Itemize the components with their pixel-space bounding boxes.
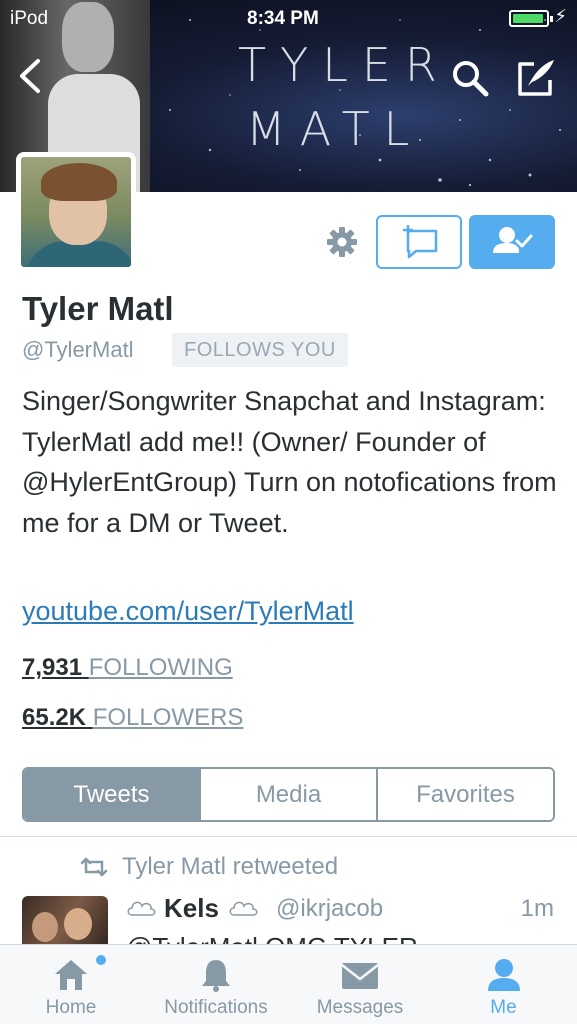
tab-notifications-label: Notifications bbox=[164, 997, 268, 1018]
tweet-timestamp: 1m bbox=[520, 895, 554, 922]
tab-home[interactable]: Home bbox=[0, 945, 142, 1024]
tweet-author-name[interactable]: Kels bbox=[164, 893, 219, 924]
followers-label: FOLLOWERS bbox=[92, 704, 244, 731]
profile-segmented-control: Tweets Media Favorites bbox=[22, 767, 555, 822]
retweet-label: Tyler Matl retweeted bbox=[122, 853, 339, 880]
compose-tweet-button[interactable] bbox=[516, 56, 558, 98]
tweet-author-handle[interactable]: @ikrjacob bbox=[276, 895, 383, 923]
tab-notifications[interactable]: Notifications bbox=[142, 945, 290, 1024]
retweet-icon bbox=[80, 857, 108, 877]
back-button[interactable] bbox=[16, 58, 46, 94]
tab-me[interactable]: Me bbox=[430, 945, 577, 1024]
following-button[interactable] bbox=[469, 215, 555, 269]
section-divider bbox=[0, 836, 577, 837]
following-count: 7,931 bbox=[22, 654, 83, 681]
person-icon bbox=[487, 959, 520, 991]
compose-tweet-icon bbox=[518, 60, 554, 96]
segment-media[interactable]: Media bbox=[201, 769, 378, 820]
battery-icon bbox=[509, 10, 553, 27]
segment-favorites[interactable]: Favorites bbox=[378, 769, 553, 820]
direct-message-icon bbox=[403, 225, 438, 259]
tab-messages[interactable]: Messages bbox=[290, 945, 430, 1024]
charging-bolt-icon: ⚡ bbox=[554, 6, 567, 26]
home-notification-dot bbox=[96, 955, 106, 965]
tab-home-label: Home bbox=[45, 997, 97, 1018]
profile-avatar[interactable] bbox=[16, 152, 136, 272]
cloud-emoji-icon bbox=[127, 901, 156, 916]
gear-icon bbox=[327, 227, 357, 257]
banner-brand-line1: TYLER bbox=[238, 38, 451, 92]
cloud-emoji-icon bbox=[229, 901, 258, 916]
home-icon bbox=[55, 960, 87, 990]
profile-website-link[interactable]: youtube.com/user/TylerMatl bbox=[22, 596, 354, 627]
direct-message-button[interactable] bbox=[376, 215, 462, 269]
status-bar: iPod 8:34 PM ⚡ bbox=[0, 0, 577, 36]
segment-tweets[interactable]: Tweets bbox=[24, 769, 201, 820]
user-following-icon bbox=[493, 227, 533, 253]
tab-messages-label: Messages bbox=[316, 997, 404, 1018]
retweet-context: Tyler Matl retweeted bbox=[80, 853, 338, 881]
profile-handle: @TylerMatl bbox=[22, 337, 134, 362]
profile-bio: Singer/Songwriter Snapchat and Instagram… bbox=[22, 386, 557, 538]
profile-name: Tyler Matl bbox=[22, 290, 174, 327]
search-button[interactable] bbox=[450, 58, 490, 98]
carrier-label: iPod bbox=[10, 8, 49, 29]
settings-button[interactable] bbox=[326, 226, 358, 258]
bottom-tab-bar: Home Notifications Messages Me bbox=[0, 944, 577, 1024]
back-arrow-icon bbox=[20, 59, 40, 93]
follows-you-badge: FOLLOWS YOU bbox=[172, 333, 348, 367]
followers-count: 65.2K bbox=[22, 704, 87, 731]
tab-me-label: Me bbox=[490, 997, 517, 1018]
bell-icon bbox=[202, 960, 230, 992]
following-label: FOLLOWING bbox=[88, 654, 233, 681]
search-icon bbox=[453, 61, 489, 97]
envelope-icon bbox=[341, 963, 379, 989]
tweet-header: Kels @ikrjacob 1m bbox=[126, 893, 554, 929]
followers-stat[interactable]: 65.2K FOLLOWERS bbox=[22, 704, 243, 732]
following-stat[interactable]: 7,931 FOLLOWING bbox=[22, 654, 233, 682]
banner-brand-line2: MATL bbox=[246, 102, 424, 156]
clock: 8:34 PM bbox=[247, 8, 319, 29]
